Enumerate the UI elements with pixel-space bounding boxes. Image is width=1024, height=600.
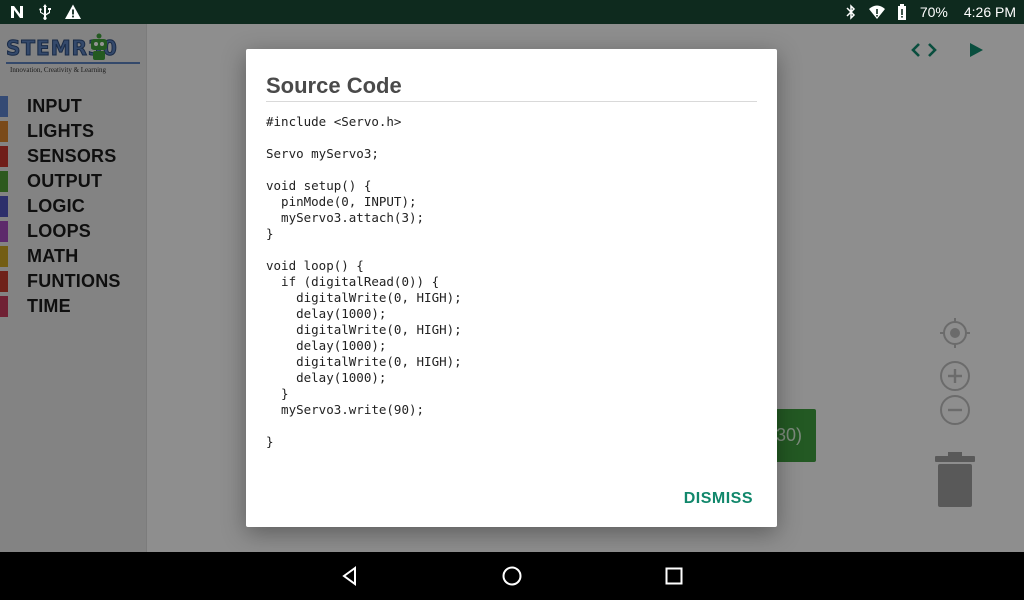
- battery-percent: 70%: [919, 4, 948, 20]
- n-notification-icon: [11, 6, 23, 18]
- source-code-dialog: Source Code #include <Servo.h> Servo myS…: [246, 49, 777, 527]
- usb-icon: [39, 4, 51, 20]
- recents-icon[interactable]: [663, 565, 685, 587]
- status-left: [8, 3, 82, 21]
- warning-icon: [65, 4, 81, 19]
- android-nav-bar: [0, 552, 1024, 600]
- dialog-divider: [266, 101, 757, 102]
- status-right: 70% 4:26 PM: [842, 3, 1016, 21]
- wifi-icon: [868, 5, 885, 19]
- dialog-title: Source Code: [266, 73, 402, 98]
- battery-icon: [897, 4, 906, 20]
- source-code-text: #include <Servo.h> Servo myServo3; void …: [266, 114, 462, 449]
- status-time: 4:26 PM: [963, 4, 1016, 20]
- status-bar: 70% 4:26 PM: [0, 0, 1024, 24]
- bluetooth-icon: [846, 4, 855, 20]
- dismiss-button[interactable]: DISMISS: [684, 490, 753, 508]
- back-icon[interactable]: [339, 565, 361, 587]
- home-icon[interactable]: [501, 565, 523, 587]
